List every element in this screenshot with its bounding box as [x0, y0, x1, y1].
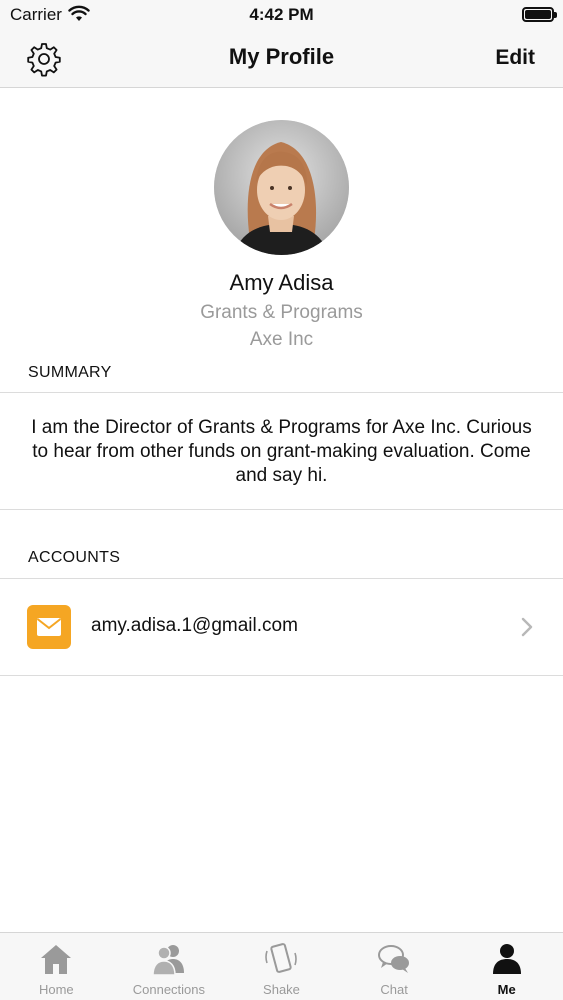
shake-icon [265, 943, 298, 973]
tab-home-label: Home [38, 982, 74, 997]
summary-text: I am the Director of Grants & Programs f… [31, 417, 532, 486]
tab-chat-label: Chat [380, 982, 408, 997]
mail-icon [27, 605, 71, 649]
chevron-right-icon [521, 617, 533, 637]
account-row-email[interactable]: amy.adisa.1@gmail.com [0, 579, 563, 675]
battery-icon [522, 7, 557, 22]
edit-button[interactable]: Edit [495, 46, 535, 70]
avatar [214, 120, 349, 255]
divider [0, 509, 563, 510]
divider [0, 675, 563, 676]
tab-chat[interactable]: Chat [338, 933, 451, 1000]
page-title: My Profile [228, 44, 335, 69]
connections-icon [152, 945, 184, 976]
chat-icon [378, 945, 410, 973]
person-icon [492, 944, 521, 974]
tab-me-label: Me [497, 982, 516, 997]
tab-shake-label: Shake [263, 982, 300, 997]
tab-connections-label: Connections [132, 982, 206, 997]
tab-home[interactable]: Home [0, 933, 113, 1000]
summary-section-header: SUMMARY [28, 364, 112, 381]
home-icon [41, 945, 72, 974]
tab-me[interactable]: Me [450, 933, 563, 1000]
account-email: amy.adisa.1@gmail.com [91, 615, 298, 636]
tab-bar: Home Connections Shake Chat Me [0, 932, 563, 1000]
tab-shake[interactable]: Shake [225, 933, 338, 1000]
tab-connections[interactable]: Connections [113, 933, 226, 1000]
profile-company: Axe Inc [249, 329, 314, 350]
divider [0, 392, 563, 393]
clock: 4:42 PM [249, 5, 314, 24]
accounts-section-header: ACCOUNTS [28, 549, 121, 566]
profile-role: Grants & Programs [200, 302, 363, 323]
profile-name: Amy Adisa [229, 270, 334, 295]
avatar-photo [214, 120, 349, 255]
navigation-bar: My Profile Edit [0, 30, 563, 88]
status-bar: Carrier 4:42 PM [0, 0, 563, 30]
